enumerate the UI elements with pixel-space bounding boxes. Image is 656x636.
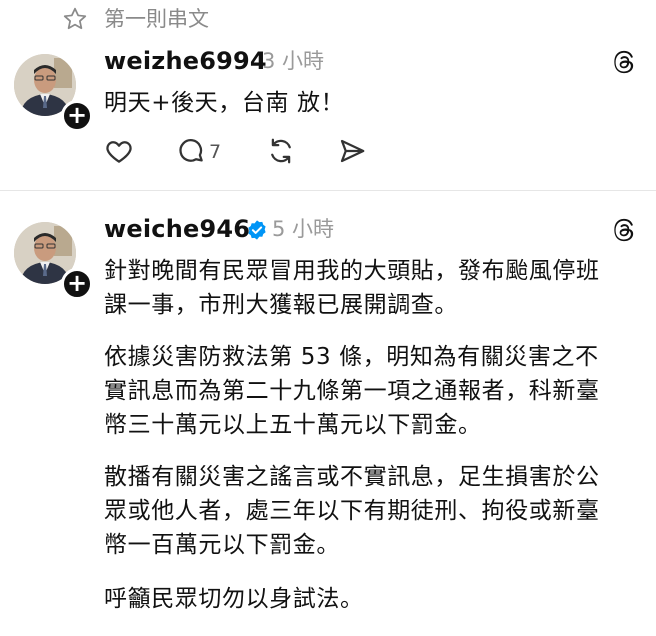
post-text-line: 散播有關災害之謠言或不實訊息，足生損害於公	[104, 464, 600, 490]
verified-badge-icon	[248, 220, 266, 240]
divider	[0, 190, 656, 191]
post-text: 明天+後天，台南 放！	[104, 90, 345, 116]
post-text-line: 課一事，市刑大獲報已展開調查。	[104, 292, 458, 318]
post-text-line: 針對晚間有民眾冒用我的大頭貼，發布颱風停班	[104, 258, 600, 284]
star-icon	[63, 7, 87, 30]
heart-icon[interactable]	[104, 136, 134, 166]
username[interactable]: weiche946	[104, 214, 250, 244]
threads-logo-icon[interactable]	[610, 48, 638, 76]
threads-logo-icon[interactable]	[610, 216, 638, 244]
repost-icon[interactable]	[266, 136, 296, 166]
follow-plus-icon[interactable]: +	[61, 100, 93, 132]
thread-header-label: 第一則串文	[104, 7, 209, 31]
post-time: 5 小時	[272, 217, 335, 241]
send-icon[interactable]	[337, 136, 367, 166]
post-text-line: 呼籲民眾切勿以身試法。	[104, 586, 364, 612]
post-text-line: 實訊息而為第二十九條第一項之通報者，科新臺	[104, 378, 600, 404]
reply-count: 7	[209, 141, 222, 163]
comment-icon[interactable]	[176, 136, 206, 166]
follow-plus-icon[interactable]: +	[61, 268, 93, 300]
post-text-line: 幣一百萬元以下罰金。	[104, 532, 340, 558]
username[interactable]: weizhe6994	[104, 46, 267, 76]
post-text-line: 眾或他人者，處三年以下有期徒刑、拘役或新臺	[104, 498, 600, 524]
post-text-line: 幣三十萬元以上五十萬元以下罰金。	[104, 412, 482, 438]
post-text-line: 依據災害防救法第 53 條，明知為有關災害之不	[104, 344, 599, 370]
post-time: 3 小時	[262, 49, 325, 73]
